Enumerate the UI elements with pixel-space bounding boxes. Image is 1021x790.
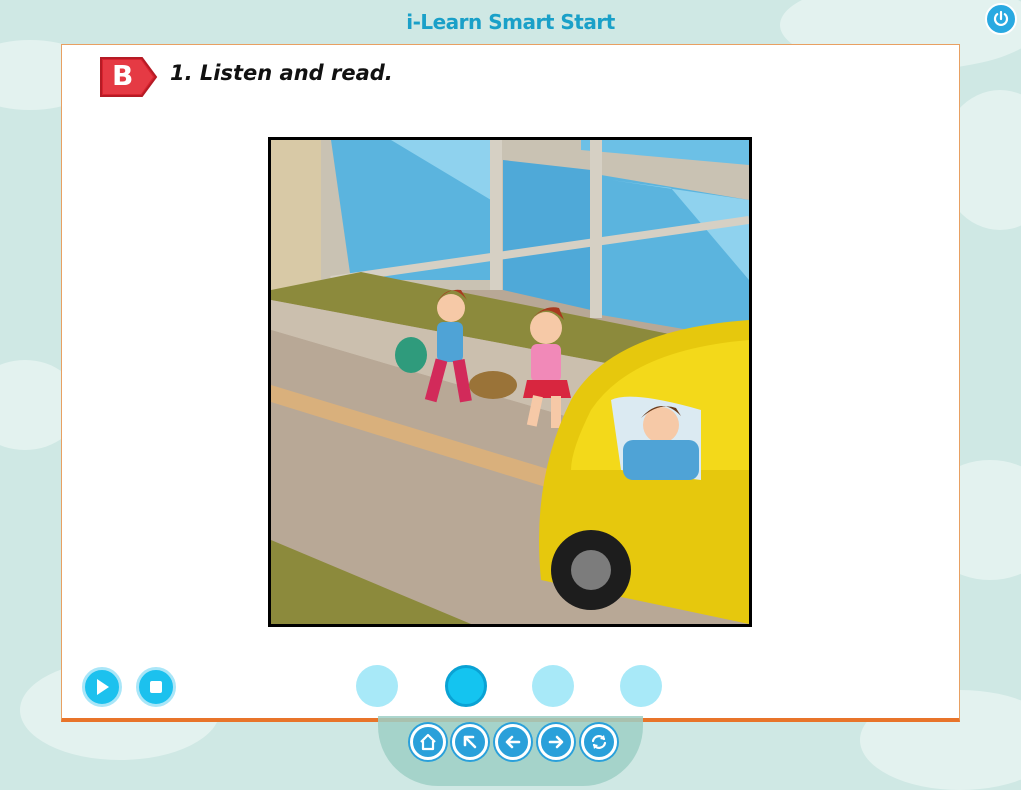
next-button[interactable] bbox=[538, 724, 574, 760]
refresh-icon bbox=[591, 735, 607, 749]
stop-button[interactable] bbox=[136, 667, 176, 707]
power-icon bbox=[993, 10, 1009, 26]
exercise-title: 1. Listen and read. bbox=[170, 61, 393, 85]
home-icon bbox=[420, 733, 436, 751]
content-panel: B 1. Listen and read. bbox=[61, 44, 960, 722]
pagination-dot-1[interactable] bbox=[356, 665, 398, 707]
arrow-right-icon bbox=[548, 735, 564, 749]
pagination-dot-3[interactable] bbox=[532, 665, 574, 707]
badge-letter: B bbox=[112, 59, 134, 92]
play-icon bbox=[97, 679, 109, 695]
previous-button[interactable] bbox=[495, 724, 531, 760]
exercise-badge: B bbox=[98, 55, 160, 99]
stop-icon bbox=[150, 681, 162, 693]
power-button[interactable] bbox=[985, 3, 1017, 35]
replay-button[interactable] bbox=[581, 724, 617, 760]
scene-illustration bbox=[268, 137, 752, 627]
home-button[interactable] bbox=[410, 724, 446, 760]
pagination-dot-2[interactable] bbox=[445, 665, 487, 707]
app-title: i-Learn Smart Start bbox=[406, 10, 615, 34]
back-button[interactable] bbox=[452, 724, 488, 760]
play-button[interactable] bbox=[82, 667, 122, 707]
arrow-up-left-icon bbox=[463, 735, 477, 749]
arrow-left-icon bbox=[505, 735, 521, 749]
pagination-dot-4[interactable] bbox=[620, 665, 662, 707]
